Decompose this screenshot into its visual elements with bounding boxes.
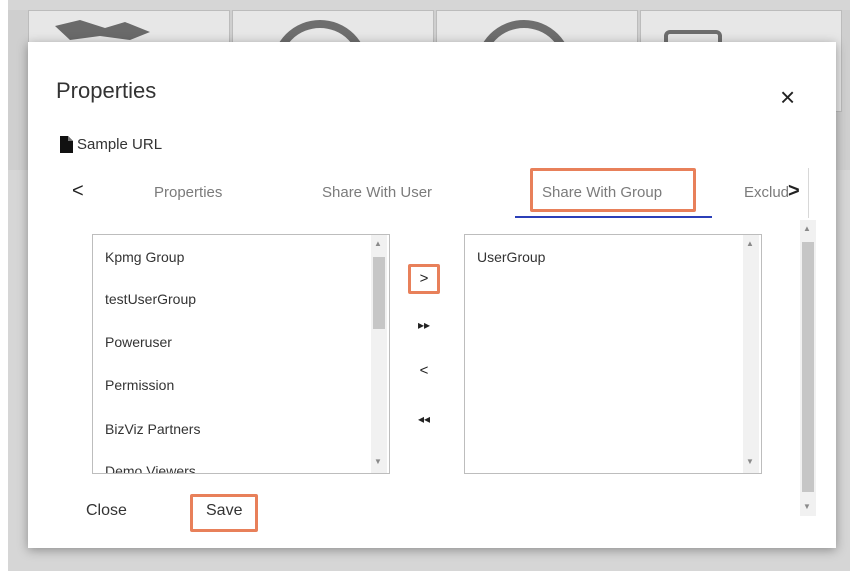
scroll-down-icon[interactable]: ▼ [803, 502, 811, 511]
file-name: Sample URL [77, 136, 163, 153]
chevron-right-icon[interactable]: > [788, 180, 800, 203]
chevron-left-icon[interactable]: < [72, 180, 84, 203]
list-item[interactable]: BizViz Partners [105, 421, 200, 437]
save-button[interactable]: Save [206, 502, 242, 520]
available-groups-list[interactable]: Kpmg Group testUserGroup Poweruser Permi… [92, 234, 390, 474]
move-all-left-button[interactable]: ◂◂ [408, 404, 440, 434]
scrollbar-thumb[interactable] [802, 242, 814, 492]
scroll-up-icon[interactable]: ▲ [374, 239, 382, 248]
active-tab-underline [515, 216, 712, 218]
list-item[interactable]: Kpmg Group [105, 249, 184, 265]
tab-share-with-group[interactable]: Share With Group [542, 184, 662, 201]
list-item[interactable]: Permission [105, 377, 174, 393]
tab-bar: < Properties Share With User Share With … [60, 168, 810, 218]
list-item[interactable]: Demo Viewers [105, 463, 196, 473]
tab-share-with-user[interactable]: Share With User [322, 184, 432, 201]
dialog-title: Properties [56, 78, 157, 103]
scroll-down-icon[interactable]: ▼ [746, 457, 754, 466]
selected-list-scrollbar[interactable]: ▲ ▼ [743, 235, 759, 473]
scrollbar-thumb[interactable] [373, 257, 385, 329]
world-map-icon [55, 20, 150, 40]
move-all-right-button[interactable]: ▸▸ [408, 310, 440, 340]
scroll-up-icon[interactable]: ▲ [746, 239, 754, 248]
available-list-scrollbar[interactable]: ▲ ▼ [371, 235, 387, 473]
file-name-row: Sample URL [60, 136, 162, 153]
scroll-up-icon[interactable]: ▲ [803, 224, 811, 233]
dialog-scrollbar[interactable]: ▲ ▼ [800, 220, 816, 516]
list-item[interactable]: UserGroup [477, 249, 545, 265]
scroll-down-icon[interactable]: ▼ [374, 457, 382, 466]
move-right-button[interactable]: > [408, 264, 440, 294]
list-item[interactable]: testUserGroup [105, 291, 196, 307]
close-icon[interactable]: × [780, 84, 795, 110]
tab-exclude[interactable]: Exclud [744, 184, 789, 201]
move-left-button[interactable]: < [408, 356, 440, 386]
selected-groups-list[interactable]: UserGroup ▲ ▼ [464, 234, 762, 474]
list-item[interactable]: Poweruser [105, 334, 172, 350]
close-button[interactable]: Close [86, 502, 127, 520]
document-icon [60, 136, 73, 153]
tab-properties[interactable]: Properties [154, 184, 222, 201]
properties-dialog: Properties × Sample URL < Properties Sha… [28, 42, 836, 548]
